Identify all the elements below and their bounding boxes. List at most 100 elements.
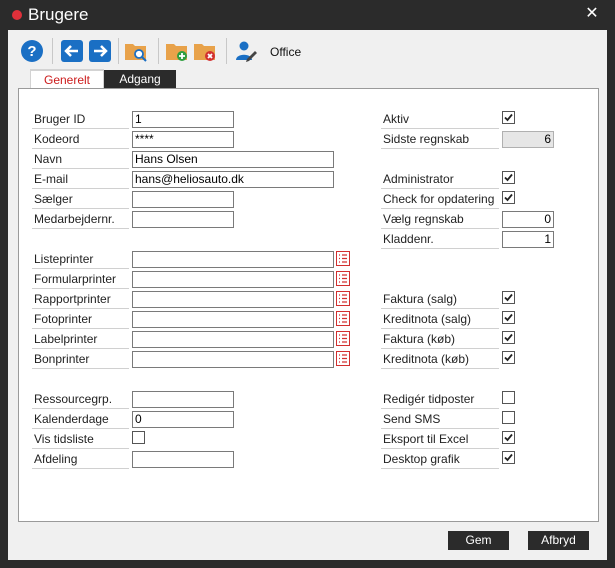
list-icon bbox=[336, 271, 350, 286]
resource-group-field[interactable] bbox=[132, 391, 234, 408]
desktop-graphics-label: Desktop grafik bbox=[381, 451, 499, 469]
check-for-update-checkbox[interactable] bbox=[502, 191, 515, 204]
close-window-button[interactable]: ✕ bbox=[582, 4, 602, 24]
desktop-graphics-checkbox[interactable] bbox=[502, 451, 515, 464]
help-icon: ? bbox=[21, 40, 43, 62]
users-window: Brugere ✕ ? Office Generelt Adgang Bruge… bbox=[0, 0, 615, 568]
list-icon bbox=[336, 311, 350, 326]
salesperson-field[interactable] bbox=[132, 191, 234, 208]
checkmark-icon bbox=[504, 353, 513, 362]
receipt-printer-field[interactable] bbox=[132, 351, 334, 368]
form-printer-field[interactable] bbox=[132, 271, 334, 288]
invoice-purchase-checkbox[interactable] bbox=[502, 331, 515, 344]
show-timesheet-checkbox[interactable] bbox=[132, 431, 145, 444]
tab-generelt[interactable]: Generelt bbox=[30, 69, 104, 89]
list-icon bbox=[336, 251, 350, 266]
employee-number-field[interactable] bbox=[132, 211, 234, 228]
choose-accounting-field[interactable]: 0 bbox=[502, 211, 554, 228]
user-id-label: Bruger ID bbox=[32, 111, 129, 129]
general-tab-panel: Bruger ID 1 Kodeord **** Navn Hans Olsen… bbox=[18, 88, 599, 522]
report-printer-label: Rapportprinter bbox=[32, 291, 129, 309]
email-field[interactable]: hans@heliosauto.dk bbox=[132, 171, 334, 188]
active-checkbox[interactable] bbox=[502, 111, 515, 124]
delete-user-button[interactable] bbox=[193, 39, 217, 63]
invoice-sales-checkbox[interactable] bbox=[502, 291, 515, 304]
credit-note-purchase-checkbox[interactable] bbox=[502, 351, 515, 364]
previous-button[interactable] bbox=[60, 39, 84, 63]
list-printer-field[interactable] bbox=[132, 251, 334, 268]
folder-delete-icon bbox=[194, 44, 215, 61]
add-user-button[interactable] bbox=[165, 39, 189, 63]
report-printer-picker-button[interactable] bbox=[336, 291, 350, 306]
checkmark-icon bbox=[504, 453, 513, 462]
invoice-sales-label: Faktura (salg) bbox=[381, 291, 499, 309]
arrow-left-icon bbox=[61, 40, 83, 62]
check-for-update-label: Check for opdatering bbox=[381, 191, 499, 209]
svg-text:?: ? bbox=[27, 43, 36, 60]
folder-add-icon bbox=[166, 44, 187, 61]
photo-printer-picker-button[interactable] bbox=[336, 311, 350, 326]
form-printer-label: Formularprinter bbox=[32, 271, 129, 289]
edit-time-entries-label: Redigér tidposter bbox=[381, 391, 499, 409]
help-button[interactable]: ? bbox=[20, 39, 44, 63]
list-icon bbox=[336, 351, 350, 366]
user-edit-icon bbox=[236, 41, 257, 62]
show-timesheet-label: Vis tidsliste bbox=[32, 431, 129, 449]
photo-printer-field[interactable] bbox=[132, 311, 334, 328]
edit-time-entries-checkbox[interactable] bbox=[502, 391, 515, 404]
checkmark-icon bbox=[504, 173, 513, 182]
salesperson-label: Sælger bbox=[32, 191, 129, 209]
credit-note-sales-checkbox[interactable] bbox=[502, 311, 515, 324]
arrow-right-icon bbox=[89, 40, 111, 62]
name-field[interactable]: Hans Olsen bbox=[132, 151, 334, 168]
name-label: Navn bbox=[32, 151, 129, 169]
credit-note-purchase-label: Kreditnota (køb) bbox=[381, 351, 499, 369]
administrator-label: Administrator bbox=[381, 171, 499, 189]
label-printer-field[interactable] bbox=[132, 331, 334, 348]
checkmark-icon bbox=[504, 293, 513, 302]
resource-group-label: Ressourcegrp. bbox=[32, 391, 129, 409]
department-label: Afdeling bbox=[32, 451, 129, 469]
cancel-button[interactable]: Afbryd bbox=[528, 531, 589, 550]
password-field[interactable]: **** bbox=[132, 131, 234, 148]
user-id-field[interactable]: 1 bbox=[132, 111, 234, 128]
list-printer-picker-button[interactable] bbox=[336, 251, 350, 266]
label-printer-label: Labelprinter bbox=[32, 331, 129, 349]
administrator-checkbox[interactable] bbox=[502, 171, 515, 184]
search-folder-button[interactable] bbox=[124, 39, 148, 63]
office-label[interactable]: Office bbox=[270, 45, 301, 59]
active-label: Aktiv bbox=[381, 111, 499, 129]
office-user-button[interactable] bbox=[234, 39, 258, 63]
checkmark-icon bbox=[504, 333, 513, 342]
email-label: E-mail bbox=[32, 171, 129, 189]
window-title: Brugere bbox=[28, 5, 89, 24]
save-button[interactable]: Gem bbox=[448, 531, 509, 550]
checkmark-icon bbox=[504, 313, 513, 322]
credit-note-sales-label: Kreditnota (salg) bbox=[381, 311, 499, 329]
journal-number-field[interactable]: 1 bbox=[502, 231, 554, 248]
password-label: Kodeord bbox=[32, 131, 129, 149]
dialog-client-area: ? Office Generelt Adgang Bruger ID 1 Kod… bbox=[8, 30, 607, 560]
next-button[interactable] bbox=[88, 39, 112, 63]
toolbar: ? Office bbox=[8, 30, 607, 70]
last-accounting-label: Sidste regnskab bbox=[381, 131, 499, 149]
label-printer-picker-button[interactable] bbox=[336, 331, 350, 346]
department-field[interactable] bbox=[132, 451, 234, 468]
invoice-purchase-label: Faktura (køb) bbox=[381, 331, 499, 349]
folder-search-icon bbox=[125, 44, 147, 62]
export-excel-checkbox[interactable] bbox=[502, 431, 515, 444]
list-icon bbox=[336, 291, 350, 306]
calendar-days-label: Kalenderdage bbox=[32, 411, 129, 429]
title-bar: Brugere ✕ bbox=[0, 0, 615, 30]
checkmark-icon bbox=[504, 113, 513, 122]
employee-number-label: Medarbejdernr. bbox=[32, 211, 129, 229]
report-printer-field[interactable] bbox=[132, 291, 334, 308]
form-printer-picker-button[interactable] bbox=[336, 271, 350, 286]
send-sms-checkbox[interactable] bbox=[502, 411, 515, 424]
calendar-days-field[interactable]: 0 bbox=[132, 411, 234, 428]
tab-adgang[interactable]: Adgang bbox=[104, 70, 176, 89]
receipt-printer-picker-button[interactable] bbox=[336, 351, 350, 366]
app-status-dot-icon bbox=[12, 10, 22, 20]
list-icon bbox=[336, 331, 350, 346]
last-accounting-field: 6 bbox=[502, 131, 554, 148]
